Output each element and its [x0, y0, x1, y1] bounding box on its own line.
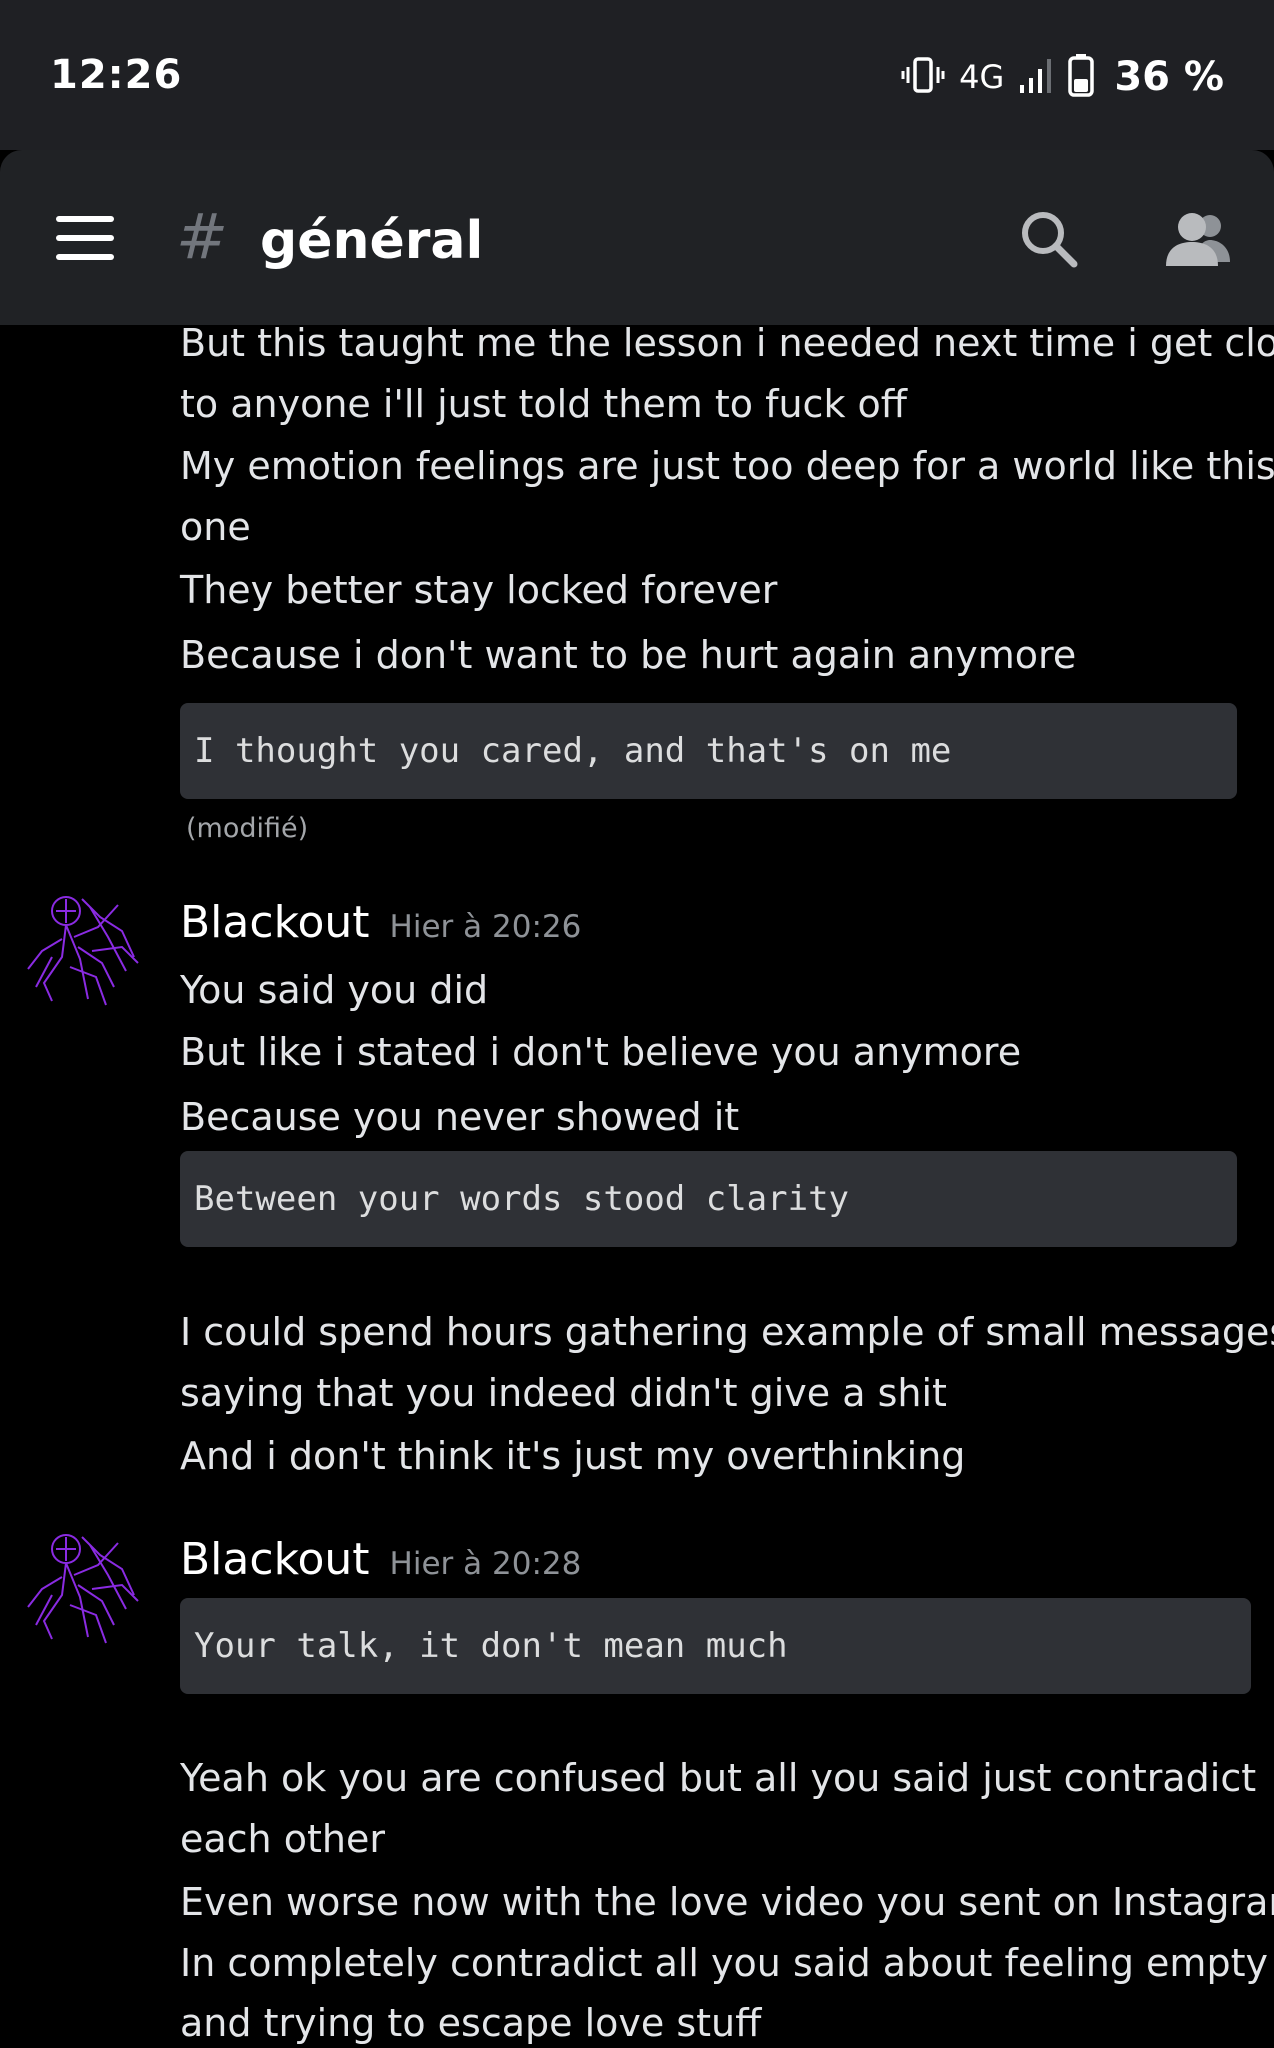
channel-name: général: [260, 211, 484, 271]
code-text: Your talk, it don't mean much: [194, 1626, 788, 1666]
author-name[interactable]: Blackout: [180, 897, 370, 948]
message-line: saying that you indeed didn't give a shi…: [180, 1371, 947, 1415]
message-line: to anyone i'll just told them to fuck of…: [180, 382, 907, 426]
message-list[interactable]: But this taught me the lesson i needed n…: [0, 321, 1274, 2048]
signal-icon: [1018, 55, 1054, 99]
network-type: 4G: [959, 58, 1005, 96]
message-line: Because i don't want to be hurt again an…: [180, 633, 1077, 677]
avatar[interactable]: [22, 887, 144, 1009]
message-line: Even worse now with the love video you s…: [180, 1880, 1274, 1924]
vibrate-icon: [901, 55, 945, 99]
code-text: I thought you cared, and that's on me: [194, 731, 952, 771]
status-time: 12:26: [50, 52, 183, 98]
battery-icon: [1068, 53, 1095, 101]
menu-icon[interactable]: [56, 216, 116, 260]
message-line: and trying to escape love stuff: [180, 2001, 762, 2045]
message-header: Blackout Hier à 20:28: [180, 1534, 581, 1585]
message-line: Yeah ok you are confused but all you sai…: [180, 1756, 1257, 1800]
members-icon[interactable]: [1164, 208, 1232, 270]
code-block: Between your words stood clarity: [180, 1151, 1237, 1247]
timestamp: Hier à 20:26: [389, 909, 582, 945]
message-line: But this taught me the lesson i needed n…: [180, 321, 1274, 365]
message-header: Blackout Hier à 20:26: [180, 897, 581, 948]
code-text: Between your words stood clarity: [194, 1179, 850, 1219]
author-name[interactable]: Blackout: [180, 1534, 370, 1585]
status-indicators: 4G 36 %: [901, 52, 1224, 102]
battery-percent: 36 %: [1114, 54, 1224, 100]
message-line: And i don't think it's just my overthink…: [180, 1434, 966, 1478]
message-line: Because you never showed it: [180, 1095, 740, 1139]
search-icon[interactable]: [1018, 208, 1080, 270]
edited-label: (modifié): [186, 813, 309, 844]
avatar[interactable]: [22, 1525, 144, 1647]
message-line: one: [180, 505, 251, 549]
message-line: In completely contradict all you said ab…: [180, 1941, 1268, 1985]
message-line: They better stay locked forever: [180, 568, 778, 612]
message-line: You said you did: [180, 968, 489, 1012]
channel-header: # général: [0, 150, 1274, 325]
message-line: I could spend hours gathering example of…: [180, 1310, 1274, 1354]
code-block: Your talk, it don't mean much: [180, 1598, 1251, 1694]
message-line: My emotion feelings are just too deep fo…: [180, 444, 1274, 488]
status-bar: 12:26 4G 36 %: [0, 0, 1274, 150]
code-block: I thought you cared, and that's on me: [180, 703, 1237, 799]
timestamp: Hier à 20:28: [389, 1546, 582, 1582]
message-line: each other: [180, 1817, 385, 1861]
channel-hash-icon: #: [176, 200, 228, 273]
message-line: But like i stated i don't believe you an…: [180, 1030, 1022, 1074]
